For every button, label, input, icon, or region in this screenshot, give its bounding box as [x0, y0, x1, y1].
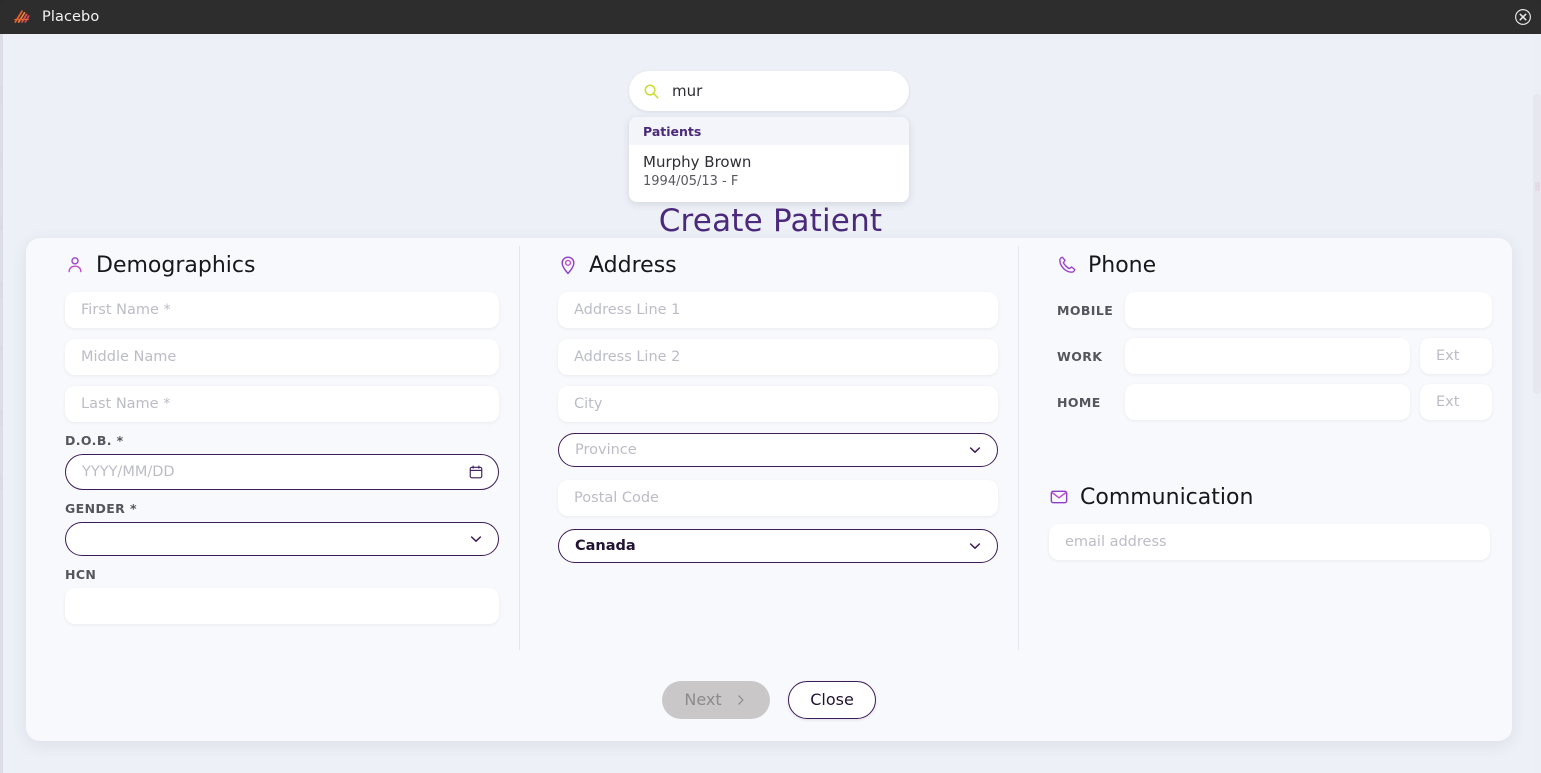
- work-label: WORK: [1057, 348, 1103, 364]
- last-name-row: [45, 386, 519, 422]
- middle-name-row: [45, 339, 519, 375]
- window-title: Placebo: [42, 9, 100, 25]
- mobile-phone-input[interactable]: [1125, 292, 1492, 328]
- search-result-name: Murphy Brown: [643, 153, 752, 171]
- next-button[interactable]: Next: [662, 680, 770, 719]
- person-icon: [68, 257, 82, 273]
- phone-header: Phone: [1037, 238, 1512, 292]
- address-column: Address Province: [538, 238, 1018, 574]
- hcn-input[interactable]: [65, 588, 499, 624]
- home-ext-input[interactable]: [1420, 384, 1492, 420]
- province-row: Province: [538, 433, 1018, 467]
- create-patient-modal: Demographics D.O.B. * YYYY/MM/DD: [26, 238, 1512, 741]
- modal-body: Demographics D.O.B. * YYYY/MM/DD: [26, 238, 1512, 658]
- postal-code-row: [538, 480, 1018, 516]
- address-line1-input[interactable]: [558, 292, 998, 328]
- address-title: Address: [589, 252, 677, 278]
- communication-title: Communication: [1080, 484, 1254, 510]
- placebo-logo-icon: [14, 10, 30, 23]
- phone-row-work: WORK: [1037, 338, 1512, 374]
- search-box[interactable]: [629, 71, 909, 111]
- gender-row: [45, 522, 519, 556]
- search-result-item[interactable]: Murphy Brown 1994/05/13 - F: [629, 145, 909, 202]
- address-header: Address: [538, 238, 1018, 292]
- chevron-right-icon: [737, 694, 744, 705]
- dob-placeholder: YYYY/MM/DD: [82, 464, 175, 480]
- first-name-input[interactable]: [65, 292, 499, 328]
- country-select[interactable]: Canada: [558, 529, 998, 563]
- page-title: Create Patient: [658, 203, 883, 239]
- dob-label: D.O.B. *: [65, 433, 124, 448]
- chevron-down-icon[interactable]: [967, 442, 983, 458]
- phone-row-mobile: MOBILE: [1037, 292, 1512, 328]
- country-row: Canada: [538, 529, 1018, 563]
- search-icon: [644, 84, 659, 99]
- window-title-bar: Placebo: [0, 0, 1541, 34]
- phone-icon: [1059, 256, 1076, 273]
- address-line2-input[interactable]: [558, 339, 998, 375]
- work-phone-input[interactable]: [1125, 338, 1410, 374]
- postal-code-input[interactable]: [558, 480, 998, 516]
- mail-icon: [1050, 490, 1068, 504]
- email-input[interactable]: [1049, 524, 1490, 560]
- demographics-header: Demographics: [45, 238, 519, 292]
- calendar-icon[interactable]: [468, 464, 484, 480]
- work-ext-input[interactable]: [1420, 338, 1492, 374]
- search-results-dropdown: Patients Murphy Brown 1994/05/13 - F: [629, 117, 909, 202]
- middle-name-input[interactable]: [65, 339, 499, 375]
- demographics-title: Demographics: [96, 252, 256, 278]
- dob-row: YYYY/MM/DD: [45, 454, 519, 490]
- phone-title: Phone: [1088, 252, 1157, 278]
- province-select[interactable]: Province: [558, 433, 998, 467]
- home-label: HOME: [1057, 394, 1101, 410]
- city-input[interactable]: [558, 386, 998, 422]
- column-divider: [519, 246, 520, 650]
- phone-column: Phone MOBILE WORK HOME: [1037, 238, 1512, 571]
- communication-header: Communication: [1037, 470, 1512, 524]
- last-name-input[interactable]: [65, 386, 499, 422]
- hcn-row: [45, 588, 519, 624]
- home-phone-input[interactable]: [1125, 384, 1410, 420]
- search-results-header: Patients: [629, 117, 909, 145]
- mobile-label: MOBILE: [1057, 302, 1114, 318]
- city-row: [538, 386, 1018, 422]
- next-button-label: Next: [684, 690, 722, 709]
- global-search: Patients Murphy Brown 1994/05/13 - F: [629, 71, 909, 202]
- close-circle-icon[interactable]: [1514, 8, 1532, 26]
- search-input[interactable]: [672, 82, 895, 100]
- chevron-down-icon[interactable]: [967, 538, 983, 554]
- gender-select[interactable]: [65, 522, 499, 556]
- first-name-row: [45, 292, 519, 328]
- map-pin-icon: [561, 256, 575, 275]
- column-divider: [1018, 246, 1019, 650]
- modal-footer: Next Close: [26, 658, 1512, 741]
- dob-field[interactable]: YYYY/MM/DD: [65, 454, 499, 490]
- demographics-column: Demographics D.O.B. * YYYY/MM/DD: [45, 238, 519, 635]
- search-result-details: 1994/05/13 - F: [643, 174, 739, 190]
- phone-row-home: HOME: [1037, 384, 1512, 420]
- hcn-label: HCN: [65, 567, 97, 582]
- address-line1-row: [538, 292, 1018, 328]
- province-placeholder: Province: [575, 442, 637, 458]
- country-value: Canada: [575, 538, 636, 554]
- gender-label: GENDER *: [65, 501, 137, 516]
- close-button[interactable]: Close: [788, 680, 876, 719]
- email-row: [1037, 524, 1512, 560]
- address-line2-row: [538, 339, 1018, 375]
- chevron-down-icon[interactable]: [468, 531, 484, 547]
